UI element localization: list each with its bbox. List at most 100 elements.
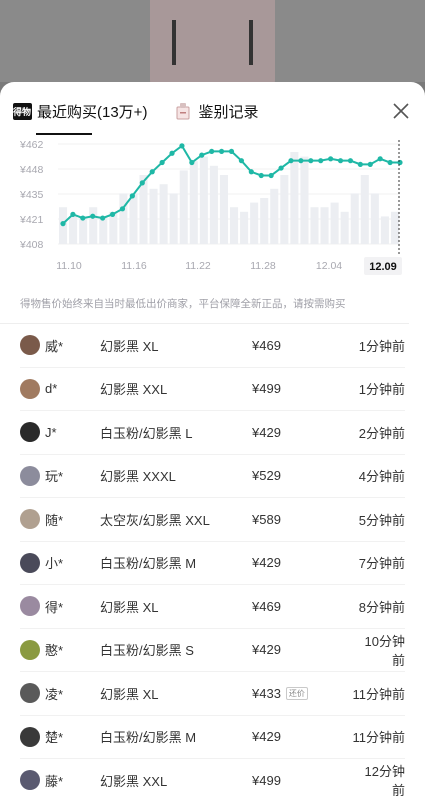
product-variant: 幻影黑 XXL xyxy=(100,382,168,398)
volume-bar xyxy=(280,175,289,244)
purchase-price-cell: ¥429 xyxy=(252,729,352,744)
price-point xyxy=(238,158,245,164)
buyer-name: d* xyxy=(45,381,58,397)
purchase-price: ¥429 xyxy=(252,729,281,745)
purchase-time: 2分钟前 xyxy=(358,425,405,441)
product-variant: 幻影黑 XL xyxy=(100,599,159,615)
price-point xyxy=(377,156,383,162)
volume-bar xyxy=(209,165,218,244)
price-point xyxy=(159,159,165,166)
price-point xyxy=(100,215,106,221)
dewu-logo-icon: 得物 xyxy=(12,102,32,120)
volume-bar xyxy=(340,211,349,244)
purchase-time: 10分钟前 xyxy=(364,633,405,668)
price-point xyxy=(278,165,284,171)
purchase-price-cell: ¥429 xyxy=(252,555,352,570)
volume-bar xyxy=(230,207,239,244)
volume-bar xyxy=(129,193,138,244)
avatar xyxy=(20,770,40,791)
price-point xyxy=(149,169,155,175)
purchase-price: ¥529 xyxy=(252,468,281,484)
avatar xyxy=(20,596,40,617)
volume-bar xyxy=(199,156,208,244)
price-point xyxy=(218,148,225,155)
volume-bar xyxy=(119,193,128,244)
price-point xyxy=(228,148,235,155)
y-tick-label: ¥408 xyxy=(19,239,44,251)
buyer-name: 凌* xyxy=(45,686,64,702)
volume-bar xyxy=(89,207,98,244)
purchase-price-cell: ¥469 xyxy=(252,338,352,353)
list-item: 藤* 幻影黑 XXL ¥499 12分钟前 xyxy=(20,759,405,800)
price-point xyxy=(139,180,145,186)
purchase-price: ¥499 xyxy=(252,381,281,397)
buyer-name: 威* xyxy=(45,338,64,354)
purchase-price-cell: ¥429 xyxy=(252,425,352,440)
purchase-time: 11分钟前 xyxy=(352,730,406,746)
purchase-price: ¥589 xyxy=(252,511,281,527)
x-tick-label: 11.10 xyxy=(56,260,82,272)
volume-bar xyxy=(240,211,249,244)
volume-bar xyxy=(330,202,339,244)
product-variant: 幻影黑 XL xyxy=(100,686,159,702)
list-item: 得* 幻影黑 XL ¥469 8分钟前 xyxy=(20,585,405,629)
price-point xyxy=(199,152,205,158)
y-tick-label: ¥421 xyxy=(19,214,44,226)
price-point xyxy=(357,161,363,167)
purchase-price-cell: ¥429 xyxy=(252,642,352,657)
purchase-time: 5分钟前 xyxy=(358,512,405,528)
price-point xyxy=(209,148,215,155)
close-icon[interactable] xyxy=(391,101,411,121)
volume-bar xyxy=(320,207,329,244)
x-tick-label: 11.16 xyxy=(121,260,147,272)
purchase-time: 1分钟前 xyxy=(358,338,405,354)
buyer-name: 楚* xyxy=(45,730,64,746)
price-point xyxy=(387,159,393,166)
product-image-backdrop xyxy=(0,0,425,82)
price-point xyxy=(347,158,354,164)
selected-date-label: 12.09 xyxy=(369,261,397,273)
product-variant: 白玉粉/幻影黑 L xyxy=(100,425,193,441)
list-item: 凌* 幻影黑 XL ¥433 还价 11分钟前 xyxy=(20,672,405,716)
product-image xyxy=(150,0,275,82)
avatar xyxy=(20,465,40,486)
avatar xyxy=(20,335,40,356)
volume-bar xyxy=(250,202,259,244)
avatar xyxy=(20,639,40,660)
volume-bar xyxy=(260,198,269,244)
buyer-name: 得* xyxy=(45,599,64,615)
buyer-name: 藤* xyxy=(45,773,64,789)
price-point xyxy=(298,158,304,164)
volume-bar xyxy=(69,216,78,244)
list-item: 玩* 幻影黑 XXXL ¥529 4分钟前 xyxy=(20,455,405,498)
tab-recent-purchases[interactable]: 得物 最近购买(13万+) xyxy=(12,82,147,140)
volume-bar xyxy=(169,193,178,244)
purchase-price-cell: ¥499 xyxy=(252,773,352,788)
purchase-price-cell: ¥589 xyxy=(252,512,352,527)
list-item: J* 白玉粉/幻影黑 L ¥429 2分钟前 xyxy=(20,411,405,455)
buyer-name: 玩* xyxy=(45,469,64,485)
volume-bar xyxy=(179,170,188,244)
price-point xyxy=(169,150,175,156)
price-point xyxy=(109,211,116,217)
price-point xyxy=(288,158,294,164)
price-point xyxy=(318,158,324,164)
avatar xyxy=(20,378,40,399)
price-point xyxy=(248,169,254,175)
tab-authentication-records[interactable]: 鉴别记录 xyxy=(173,82,258,140)
product-variant: 白玉粉/幻影黑 S xyxy=(100,643,194,659)
volume-bar xyxy=(270,188,279,244)
buyer-name: 随* xyxy=(45,512,64,528)
y-tick-label: ¥462 xyxy=(19,140,44,151)
tab-label: 鉴别记录 xyxy=(198,103,259,121)
x-tick-label: 11.28 xyxy=(250,260,276,272)
avatar xyxy=(20,726,40,747)
purchase-price-cell: ¥433 还价 xyxy=(252,686,352,701)
price-point xyxy=(268,172,274,179)
chart-canvas: ¥462 ¥448 ¥435 ¥421 ¥408 11.10 11.16 11.22 11.28… xyxy=(19,140,403,275)
volume-bar xyxy=(189,161,198,244)
x-tick-label: 11.22 xyxy=(185,260,211,272)
volume-bar xyxy=(370,193,379,244)
price-point xyxy=(70,211,76,217)
purchase-price: ¥429 xyxy=(252,555,281,571)
